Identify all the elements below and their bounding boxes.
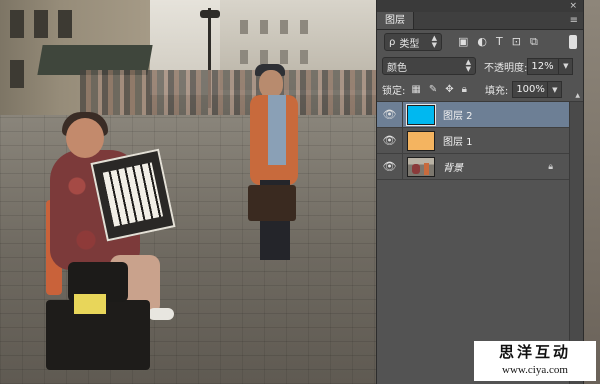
layer-thumbnail — [407, 156, 435, 177]
layer-row-background[interactable]: 👁︎ 背景 🔒︎ — [377, 154, 569, 180]
panel-tabbar: 图层 ≡ — [377, 12, 583, 30]
layer-name: 图层 1 — [443, 137, 473, 148]
layer-name: 背景 — [443, 163, 463, 174]
layers-list: 👁︎ 图层 2 👁︎ 图层 1 👁︎ 背景 🔒︎ — [377, 102, 569, 180]
blend-row: 颜色 ▲ ▼ 不透明度: 12% ▼ — [377, 54, 583, 78]
eye-icon[interactable]: 👁︎ — [377, 102, 403, 127]
filter-icons: ▣ ◐ T ⊡ ⧉ — [458, 35, 538, 49]
lock-all-icon[interactable]: 🔒︎ — [462, 84, 467, 95]
eye-icon[interactable]: 👁︎ — [377, 154, 403, 179]
panel-titlebar: × — [377, 0, 583, 12]
lock-transparent-pixels-icon[interactable]: ▦ — [411, 84, 420, 95]
lock-icons: ▦ ✎ ✥ 🔒︎ — [411, 84, 467, 95]
smart-object-filter-icon[interactable]: ⧉ — [530, 35, 538, 49]
photo-right-strip — [584, 0, 600, 384]
filter-toggle[interactable] — [569, 35, 577, 49]
filter-row: ρ 类型 ▲ ▼ ▣ ◐ T ⊡ ⧉ — [377, 30, 583, 54]
scroll-up-icon[interactable]: ▲ — [575, 92, 580, 99]
shape-filter-icon[interactable]: ⊡ — [512, 35, 521, 49]
watermark-url: www.ciya.com — [502, 364, 568, 376]
panel-menu-icon[interactable]: ≡ — [570, 15, 578, 26]
fill-slider-button[interactable]: ▼ — [548, 81, 563, 98]
layer-thumbnail — [407, 130, 435, 151]
filter-kind-label: 类型 — [399, 38, 420, 50]
chevron-updown-icon: ▲ ▼ — [431, 34, 437, 49]
lock-icon: 🔒︎ — [548, 161, 553, 172]
lock-row: 锁定: ▦ ✎ ✥ 🔒︎ 填充: 100% ▼ — [377, 78, 583, 102]
close-icon[interactable]: × — [569, 0, 577, 12]
fill-label: 填充: — [484, 86, 509, 97]
layer-thumbnail — [406, 103, 436, 126]
blend-mode-select[interactable]: 颜色 ▲ ▼ — [382, 57, 476, 75]
eye-icon[interactable]: 👁︎ — [377, 128, 403, 153]
filter-kind-select[interactable]: ρ 类型 ▲ ▼ — [384, 33, 442, 51]
opacity-input[interactable]: 12% — [527, 57, 560, 75]
pixel-filter-icon[interactable]: ▣ — [458, 35, 468, 49]
photo-crowd — [80, 70, 380, 120]
fill-input[interactable]: 100% — [512, 81, 549, 98]
opacity-slider-button[interactable]: ▼ — [559, 57, 574, 75]
search-icon: ρ — [389, 36, 396, 48]
tab-layers[interactable]: 图层 — [377, 12, 414, 29]
lock-position-icon[interactable]: ✥ — [445, 84, 453, 95]
watermark: 思洋互动 www.ciya.com — [474, 341, 596, 381]
opacity-label: 不透明度: — [484, 62, 528, 74]
layer-name: 图层 2 — [443, 111, 473, 122]
blend-mode-label: 颜色 — [387, 62, 407, 74]
watermark-title: 思洋互动 — [498, 343, 571, 361]
adjustment-filter-icon[interactable]: ◐ — [477, 35, 487, 49]
lock-label: 锁定: — [382, 86, 406, 97]
layers-panel: × 图层 ≡ ρ 类型 ▲ ▼ ▣ ◐ T ⊡ ⧉ 颜色 ▲ ▼ 不透明度: 12%… — [376, 0, 584, 384]
layer-row-1[interactable]: 👁︎ 图层 1 — [377, 128, 569, 154]
chevron-updown-icon: ▲ ▼ — [465, 58, 471, 73]
layer-row-2[interactable]: 👁︎ 图层 2 — [377, 102, 569, 128]
type-filter-icon[interactable]: T — [496, 35, 503, 49]
lock-image-pixels-icon[interactable]: ✎ — [429, 84, 437, 95]
